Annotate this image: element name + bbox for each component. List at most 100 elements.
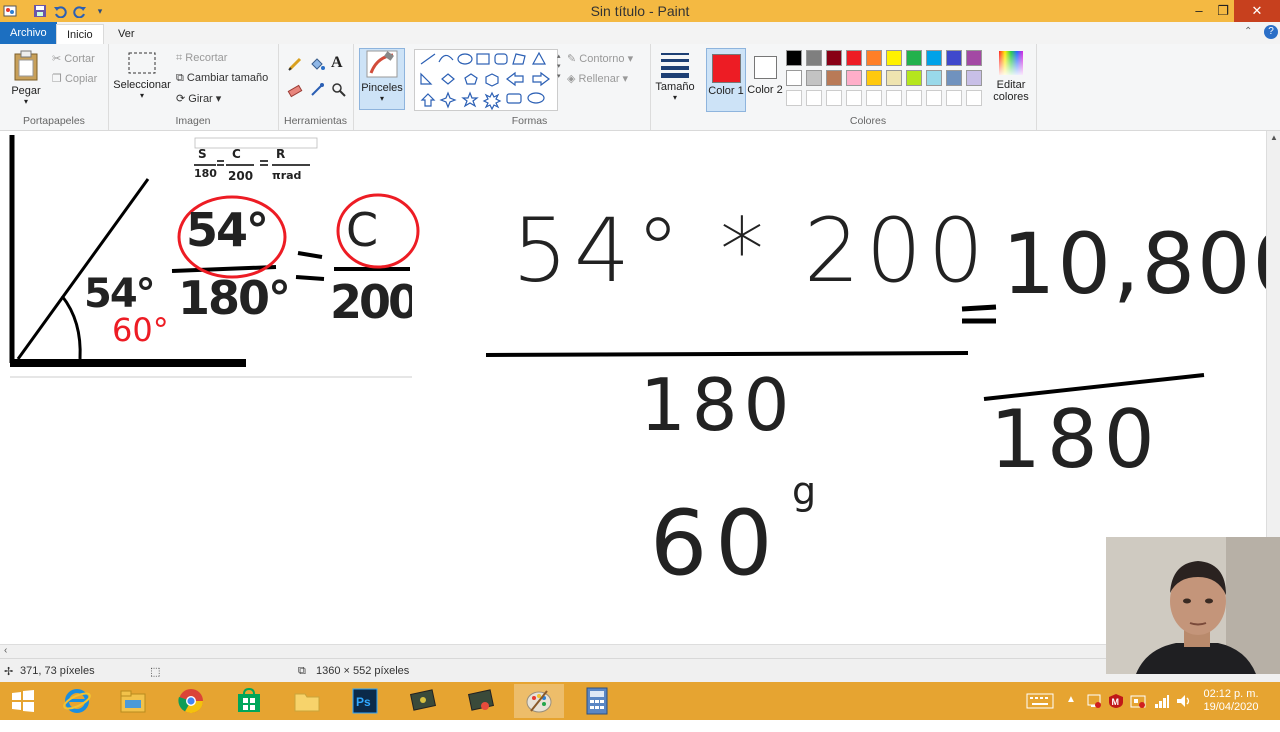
palette-swatch[interactable]: [826, 70, 842, 86]
big-eq-answer: 60: [650, 491, 781, 596]
palette-swatch[interactable]: [866, 70, 882, 86]
tab-archivo[interactable]: Archivo: [0, 22, 57, 44]
show-hidden-icons[interactable]: ▲: [1066, 694, 1076, 732]
palette-swatch[interactable]: [926, 50, 942, 66]
rotate-button[interactable]: ⟳ Girar ▾: [176, 92, 221, 105]
close-button[interactable]: ✕: [1234, 0, 1280, 22]
palette-swatch[interactable]: [966, 50, 982, 66]
custom-color-slot[interactable]: [786, 90, 802, 106]
edit-colors-button[interactable]: Editar colores: [990, 50, 1032, 103]
size-button[interactable]: Tamaño ▾: [653, 50, 697, 102]
shapes-gallery[interactable]: [414, 49, 558, 111]
pencil-icon[interactable]: [287, 56, 303, 75]
palette-swatch[interactable]: [886, 50, 902, 66]
fill-bucket-icon[interactable]: [309, 56, 325, 75]
image-size: 1360 × 552 píxeles: [316, 665, 410, 677]
palette-swatch[interactable]: [946, 50, 962, 66]
formula-s-denominator: 180: [194, 167, 217, 180]
taskbar-app-2[interactable]: [456, 684, 506, 718]
help-icon[interactable]: ?: [1264, 25, 1278, 39]
custom-color-slot[interactable]: [866, 90, 882, 106]
tab-ver[interactable]: Ver: [108, 24, 145, 44]
palette-swatch[interactable]: [966, 70, 982, 86]
wifi-icon[interactable]: [1154, 693, 1170, 731]
horizontal-scrollbar[interactable]: ‹: [0, 644, 1266, 659]
security-icon[interactable]: [1130, 693, 1146, 731]
formula-c-denominator: 200: [228, 169, 254, 183]
formula-r-denominator: πrad: [272, 169, 302, 182]
palette-swatch[interactable]: [846, 70, 862, 86]
custom-color-slot[interactable]: [826, 90, 842, 106]
select-button[interactable]: Seleccionar ▾: [112, 50, 172, 100]
start-button[interactable]: [0, 684, 46, 718]
color1-button[interactable]: Color 1: [706, 48, 746, 112]
store-icon: [238, 688, 260, 712]
palette-swatch[interactable]: [886, 70, 902, 86]
palette-swatch[interactable]: [786, 50, 802, 66]
drawing-canvas[interactable]: S 180 C 200 R πrad 54° 60° 54° 180° C 20…: [0, 131, 1280, 644]
scroll-left-icon[interactable]: ‹: [4, 645, 7, 656]
left-eq-200: 200: [330, 275, 412, 329]
clock[interactable]: 02:12 p. m. 19/04/2020: [1196, 688, 1266, 726]
rotate-label: Girar: [188, 93, 213, 105]
palette-swatch[interactable]: [926, 70, 942, 86]
taskbar-file-explorer[interactable]: [108, 684, 158, 718]
network-icon[interactable]: [1086, 693, 1102, 731]
palette-swatch[interactable]: [906, 70, 922, 86]
paste-button[interactable]: Pegar ▾: [8, 50, 44, 106]
eraser-icon[interactable]: [287, 82, 303, 101]
window-title: Sin título - Paint: [590, 3, 690, 19]
selection-icon: [128, 52, 156, 74]
brushes-button[interactable]: Pinceles ▾: [359, 48, 405, 110]
color2-button[interactable]: Color 2: [746, 48, 784, 110]
palette-swatch[interactable]: [786, 70, 802, 86]
copy-button[interactable]: ❐ Copiar: [52, 72, 97, 85]
taskbar-app-1[interactable]: [398, 684, 448, 718]
palette-swatch[interactable]: [866, 50, 882, 66]
color-picker-icon[interactable]: [309, 82, 325, 101]
fill-button[interactable]: ◈ Rellenar ▾: [567, 72, 628, 85]
tab-inicio[interactable]: Inicio: [56, 24, 104, 45]
magnifier-icon[interactable]: [331, 82, 347, 101]
custom-color-slot[interactable]: [886, 90, 902, 106]
paint-palette-icon: [526, 690, 552, 713]
formula-c: C: [232, 147, 241, 161]
selection-size-icon: ⬚: [150, 666, 161, 678]
taskbar-folder[interactable]: [282, 684, 332, 718]
group-label-formas: Formas: [511, 115, 548, 127]
text-tool-icon[interactable]: A: [331, 54, 343, 72]
collapse-ribbon-icon[interactable]: ⌃: [1244, 26, 1252, 37]
group-label-portapapeles: Portapapeles: [23, 115, 85, 127]
custom-color-slot[interactable]: [906, 90, 922, 106]
palette-swatch[interactable]: [806, 70, 822, 86]
crop-button[interactable]: ⌗ Recortar: [176, 52, 227, 65]
copy-icon: ❐: [52, 73, 62, 85]
custom-color-slot[interactable]: [926, 90, 942, 106]
shapes-scroll-icon[interactable]: ▴ ▾ ▾: [557, 52, 561, 82]
fill-label: Rellenar: [578, 73, 620, 85]
calculator-icon: [586, 687, 608, 715]
custom-color-slot[interactable]: [846, 90, 862, 106]
outline-button[interactable]: ✎ Contorno ▾: [567, 52, 633, 65]
taskbar-calculator[interactable]: [572, 684, 622, 718]
taskbar-store[interactable]: [224, 684, 274, 718]
palette-swatch[interactable]: [906, 50, 922, 66]
mcafee-icon[interactable]: M: [1108, 693, 1124, 731]
palette-swatch[interactable]: [846, 50, 862, 66]
resize-button[interactable]: ⧉ Cambiar tamaño: [176, 72, 268, 85]
taskbar-paint[interactable]: [514, 684, 564, 718]
custom-color-slot[interactable]: [946, 90, 962, 106]
keyboard-icon[interactable]: [1026, 692, 1054, 730]
taskbar-internet-explorer[interactable]: [52, 684, 102, 718]
taskbar-photoshop[interactable]: Ps: [340, 684, 390, 718]
palette-swatch[interactable]: [806, 50, 822, 66]
volume-icon[interactable]: [1176, 693, 1192, 731]
custom-color-slot[interactable]: [806, 90, 822, 106]
scroll-up-icon[interactable]: ▲: [1270, 133, 1278, 142]
palette-swatch[interactable]: [946, 70, 962, 86]
line-size-icon: [661, 53, 689, 78]
cut-button[interactable]: ✂ Cortar: [52, 52, 95, 65]
palette-swatch[interactable]: [826, 50, 842, 66]
taskbar-chrome[interactable]: [166, 684, 216, 718]
custom-color-slot[interactable]: [966, 90, 982, 106]
